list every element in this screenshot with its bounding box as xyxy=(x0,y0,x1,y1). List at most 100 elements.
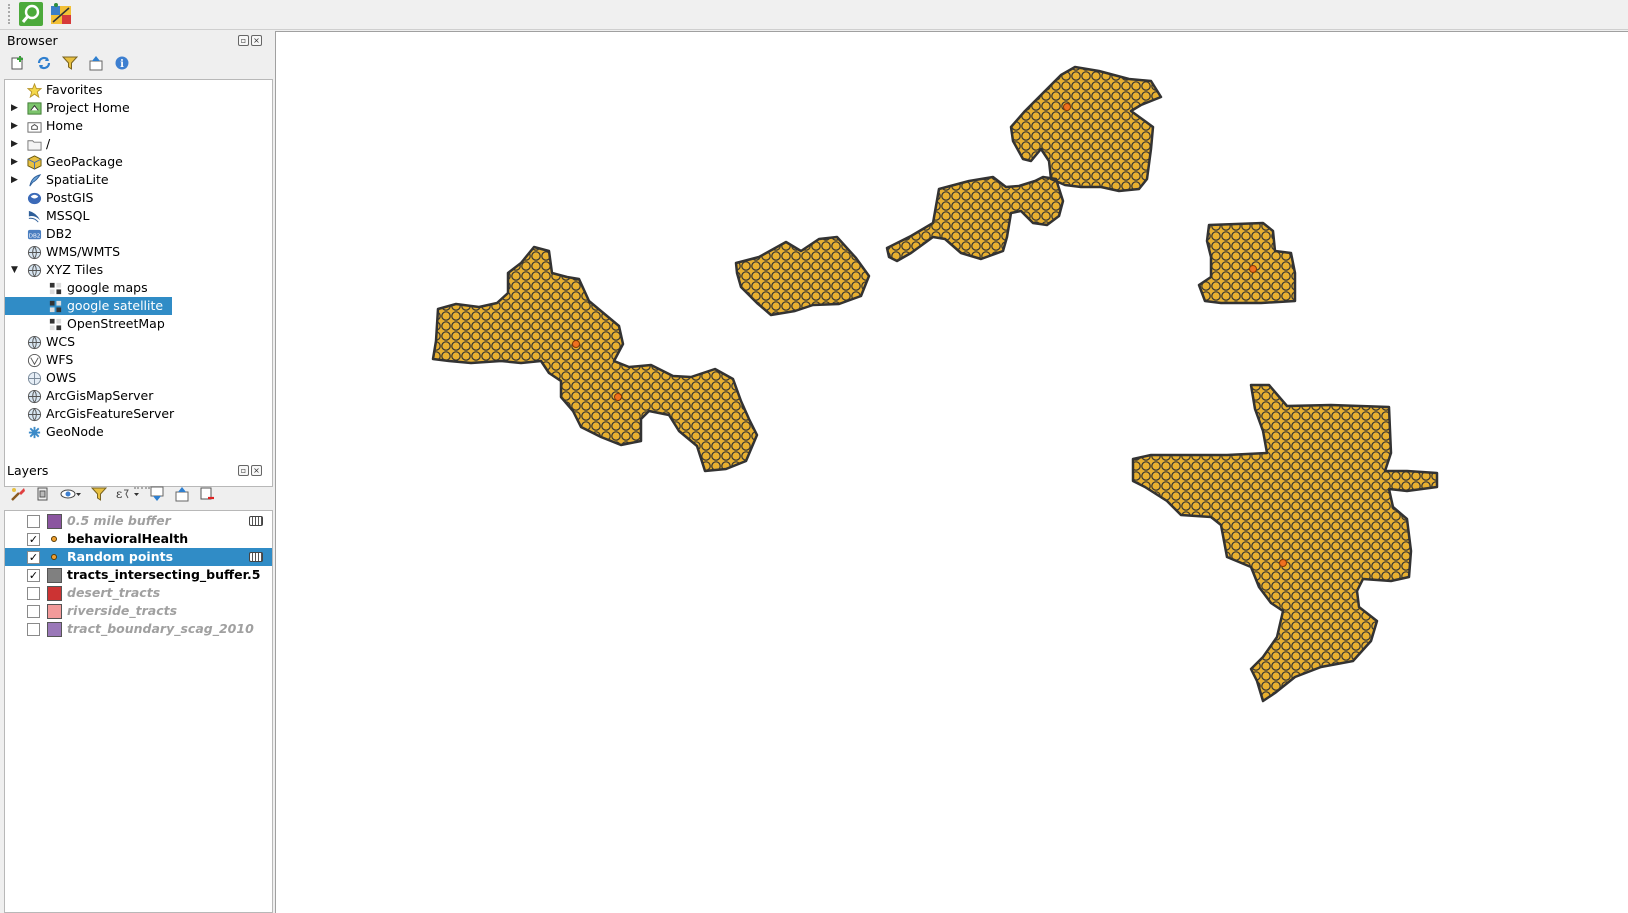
expression-filter-icon[interactable]: ε xyxy=(114,484,142,504)
highlighted-point xyxy=(1063,103,1071,111)
layer-row[interactable]: desert_tracts xyxy=(5,584,272,602)
layer-visibility-checkbox[interactable]: ✓ xyxy=(27,533,40,546)
star-icon xyxy=(27,83,42,98)
cluster-east-block xyxy=(1197,221,1297,305)
browser-item-postgis[interactable]: PostGIS xyxy=(5,189,272,207)
layer-name: tracts_intersecting_buffer.5 xyxy=(67,567,261,582)
cluster-southeast xyxy=(1131,383,1439,703)
layer-row[interactable]: tract_boundary_scag_2010 xyxy=(5,620,272,638)
browser-item-arcgismapserver[interactable]: ArcGisMapServer xyxy=(5,387,272,405)
geopackage-icon xyxy=(27,155,42,170)
browser-item-ows[interactable]: OWS xyxy=(5,369,272,387)
collapsed-arrow-icon[interactable]: ▶ xyxy=(11,99,19,117)
home-folder-icon xyxy=(27,119,42,134)
refresh-icon[interactable] xyxy=(34,53,54,73)
layer-visibility-checkbox[interactable] xyxy=(27,605,40,618)
browser-item-xyz-tiles[interactable]: ▼ XYZ Tiles xyxy=(5,261,272,279)
layer-visibility-checkbox[interactable] xyxy=(27,515,40,528)
browser-item-google-maps[interactable]: google maps xyxy=(5,279,272,297)
expand-all-icon[interactable] xyxy=(147,484,167,504)
map-features xyxy=(431,65,1439,703)
map-canvas[interactable] xyxy=(275,31,1628,913)
layer-row[interactable]: riverside_tracts xyxy=(5,602,272,620)
polygon-symbol-icon xyxy=(47,514,62,529)
browser-item-wcs[interactable]: WCS xyxy=(5,333,272,351)
cluster-small-diamond xyxy=(734,235,871,317)
browser-item-project-home[interactable]: ▶ Project Home xyxy=(5,99,272,117)
browser-item-label: XYZ Tiles xyxy=(46,262,104,277)
float-panel-icon[interactable]: ▫ xyxy=(238,465,249,476)
layer-row[interactable]: ✓ Random points xyxy=(5,548,272,566)
browser-item-wfs[interactable]: WFS xyxy=(5,351,272,369)
close-panel-icon[interactable]: × xyxy=(251,465,262,476)
highlighted-point xyxy=(1249,265,1257,273)
browser-tree[interactable]: Favorites ▶ Project Home ▶ Home ▶ / ▶ GeoPackage… xyxy=(4,79,273,487)
browser-item-mssql[interactable]: MSSQL xyxy=(5,207,272,225)
browser-item-spatialite[interactable]: ▶ SpatiaLite xyxy=(5,171,272,189)
browser-item-home[interactable]: ▶ Home xyxy=(5,117,272,135)
filter-legend-icon[interactable] xyxy=(89,484,109,504)
collapsed-arrow-icon[interactable]: ▶ xyxy=(11,171,19,189)
layer-row[interactable]: ✓ behavioralHealth xyxy=(5,530,272,548)
style-icon[interactable] xyxy=(8,484,28,504)
info-icon[interactable]: i xyxy=(112,53,132,73)
browser-item-label: WCS xyxy=(46,334,76,349)
browser-item-google-satellite[interactable]: google satellite xyxy=(5,297,272,315)
filter-icon[interactable] xyxy=(60,53,80,73)
folder-icon xyxy=(27,137,42,152)
browser-item-label: GeoPackage xyxy=(46,154,123,169)
collapsed-arrow-icon[interactable]: ▶ xyxy=(11,135,19,153)
add-selected-icon[interactable] xyxy=(8,53,28,73)
close-panel-icon[interactable]: × xyxy=(251,35,262,46)
collapse-all-icon[interactable] xyxy=(86,53,106,73)
browser-item-openstreetmap[interactable]: OpenStreetMap xyxy=(5,315,272,333)
ows-icon xyxy=(27,371,42,386)
add-group-icon[interactable] xyxy=(33,484,53,504)
globe-icon xyxy=(27,335,42,350)
collapsed-arrow-icon[interactable]: ▶ xyxy=(11,153,19,171)
layer-name: 0.5 mile buffer xyxy=(67,513,171,528)
layer-name: behavioralHealth xyxy=(67,531,189,546)
layers-dock-controls: ▫ × xyxy=(238,465,262,476)
project-home-icon xyxy=(27,101,42,116)
visibility-icon[interactable] xyxy=(58,484,84,504)
layer-row[interactable]: 0.5 mile buffer xyxy=(5,512,272,530)
layer-row[interactable]: ✓ tracts_intersecting_buffer.5 xyxy=(5,566,272,584)
browser-item-geonode[interactable]: GeoNode xyxy=(5,423,272,441)
browser-item-label: DB2 xyxy=(46,226,73,241)
browser-item-db2[interactable]: DB2 DB2 xyxy=(5,225,272,243)
layer-name: Random points xyxy=(67,549,174,564)
point-symbol-icon xyxy=(51,554,57,560)
layer-name: riverside_tracts xyxy=(67,603,178,618)
main-toolbar xyxy=(0,0,1628,30)
layers-tree[interactable]: 0.5 mile buffer ✓ behavioralHealth ✓ Random … xyxy=(4,510,273,913)
collapsed-arrow-icon[interactable]: ▶ xyxy=(11,117,19,135)
remove-layer-icon[interactable] xyxy=(197,484,217,504)
browser-item-favorites[interactable]: Favorites xyxy=(5,81,272,99)
toolbar-grip[interactable] xyxy=(8,4,11,24)
polygon-symbol-icon xyxy=(47,586,62,601)
browser-item-geopackage[interactable]: ▶ GeoPackage xyxy=(5,153,272,171)
browser-item-arcgisfeatureserver[interactable]: ArcGisFeatureServer xyxy=(5,405,272,423)
georeference-icon[interactable] xyxy=(48,1,74,27)
spatialite-icon xyxy=(27,173,42,188)
layer-visibility-checkbox[interactable] xyxy=(27,623,40,636)
layer-visibility-checkbox[interactable]: ✓ xyxy=(27,551,40,564)
identify-icon[interactable] xyxy=(18,1,44,27)
expanded-arrow-icon[interactable]: ▼ xyxy=(11,261,19,279)
browser-item-label: Favorites xyxy=(46,82,103,97)
collapse-all-layers-icon[interactable] xyxy=(172,484,192,504)
layer-visibility-checkbox[interactable]: ✓ xyxy=(27,569,40,582)
browser-item-label: Home xyxy=(46,118,83,133)
highlighted-point xyxy=(572,340,580,348)
browser-item-[interactable]: ▶ / xyxy=(5,135,272,153)
browser-item-label: OWS xyxy=(46,370,77,385)
layer-filter-indicator-icon[interactable] xyxy=(249,552,263,562)
cluster-west xyxy=(431,245,759,473)
layer-filter-indicator-icon[interactable] xyxy=(249,516,263,526)
float-panel-icon[interactable]: ▫ xyxy=(238,35,249,46)
tiles-icon xyxy=(48,299,63,314)
browser-item-wms-wmts[interactable]: WMS/WMTS xyxy=(5,243,272,261)
layer-name: tract_boundary_scag_2010 xyxy=(67,621,254,636)
layer-visibility-checkbox[interactable] xyxy=(27,587,40,600)
